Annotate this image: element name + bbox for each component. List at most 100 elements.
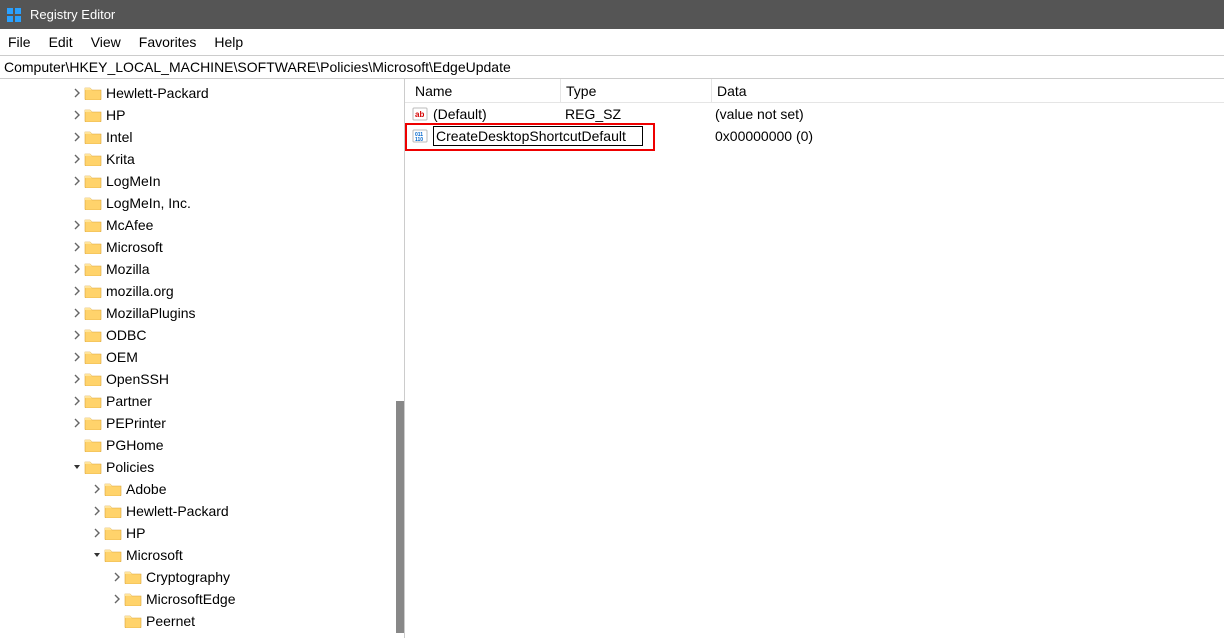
chevron-right-icon[interactable] <box>70 242 84 252</box>
tree-item-label: PEPrinter <box>106 415 166 431</box>
menu-file[interactable]: File <box>8 34 31 50</box>
chevron-right-icon[interactable] <box>110 594 124 604</box>
value-name-cell: ab(Default) <box>405 105 560 123</box>
chevron-right-icon[interactable] <box>70 352 84 362</box>
chevron-down-icon[interactable] <box>70 462 84 472</box>
chevron-right-icon[interactable] <box>70 220 84 230</box>
chevron-right-icon[interactable] <box>110 572 124 582</box>
folder-icon <box>124 613 142 629</box>
chevron-right-icon[interactable] <box>70 176 84 186</box>
column-header-type[interactable]: Type <box>561 83 711 99</box>
tree-panel: Hewlett-PackardHPIntelKritaLogMeInLogMeI… <box>0 79 405 638</box>
chevron-right-icon[interactable] <box>90 506 104 516</box>
tree-item[interactable]: Mozilla <box>0 258 404 280</box>
value-type-cell: REG_SZ <box>560 106 710 122</box>
menu-edit[interactable]: Edit <box>49 34 73 50</box>
tree-item-label: MicrosoftEdge <box>146 591 235 607</box>
tree-item[interactable]: ODBC <box>0 324 404 346</box>
folder-icon <box>84 217 102 233</box>
tree-item-label: HP <box>106 107 125 123</box>
values-body[interactable]: ab(Default)REG_SZ(value not set)0111100x… <box>405 103 1224 638</box>
tree-item[interactable]: OEM <box>0 346 404 368</box>
folder-icon <box>84 283 102 299</box>
tree-item[interactable]: mozilla.org <box>0 280 404 302</box>
chevron-down-icon[interactable] <box>90 550 104 560</box>
chevron-right-icon[interactable] <box>70 110 84 120</box>
chevron-right-icon[interactable] <box>70 88 84 98</box>
value-name-cell: 011110 <box>405 126 705 146</box>
value-row[interactable]: ab(Default)REG_SZ(value not set) <box>405 103 1224 125</box>
chevron-right-icon[interactable] <box>70 286 84 296</box>
chevron-right-icon[interactable] <box>90 484 104 494</box>
tree-item[interactable]: Krita <box>0 148 404 170</box>
column-header-data[interactable]: Data <box>712 83 1224 99</box>
tree-item[interactable]: Hewlett-Packard <box>0 82 404 104</box>
tree-item[interactable]: Peernet <box>0 610 404 632</box>
tree-scrollbar-thumb[interactable] <box>396 401 404 633</box>
tree-item-label: Adobe <box>126 481 166 497</box>
folder-icon <box>84 151 102 167</box>
chevron-right-icon[interactable] <box>90 528 104 538</box>
tree-item[interactable]: HP <box>0 104 404 126</box>
tree-item-label: Cryptography <box>146 569 230 585</box>
folder-icon <box>84 305 102 321</box>
tree-item-label: OEM <box>106 349 138 365</box>
tree-item-label: Mozilla <box>106 261 150 277</box>
tree-item[interactable]: Intel <box>0 126 404 148</box>
main-split: Hewlett-PackardHPIntelKritaLogMeInLogMeI… <box>0 79 1224 638</box>
tree-item[interactable]: PGHome <box>0 434 404 456</box>
tree-item[interactable]: Cryptography <box>0 566 404 588</box>
chevron-right-icon[interactable] <box>70 330 84 340</box>
tree-item[interactable]: Microsoft <box>0 544 404 566</box>
folder-icon <box>84 415 102 431</box>
address-bar[interactable]: Computer\HKEY_LOCAL_MACHINE\SOFTWARE\Pol… <box>0 56 1224 79</box>
value-data-cell: 0x00000000 (0) <box>710 128 1224 144</box>
folder-icon <box>124 569 142 585</box>
chevron-right-icon[interactable] <box>70 418 84 428</box>
tree-item-label: MozillaPlugins <box>106 305 195 321</box>
folder-icon <box>104 547 122 563</box>
tree-item[interactable]: McAfee <box>0 214 404 236</box>
tree-item-label: ODBC <box>106 327 146 343</box>
tree-item[interactable]: HP <box>0 522 404 544</box>
titlebar: Registry Editor <box>0 0 1224 29</box>
values-panel: Name Type Data ab(Default)REG_SZ(value n… <box>405 79 1224 638</box>
folder-icon <box>84 437 102 453</box>
folder-icon <box>84 371 102 387</box>
chevron-right-icon[interactable] <box>70 308 84 318</box>
tree-item-label: McAfee <box>106 217 153 233</box>
tree-item[interactable]: MicrosoftEdge <box>0 588 404 610</box>
tree-item[interactable]: Adobe <box>0 478 404 500</box>
menu-help[interactable]: Help <box>214 34 243 50</box>
tree-item[interactable]: LogMeIn, Inc. <box>0 192 404 214</box>
tree-item[interactable]: Policies <box>0 456 404 478</box>
chevron-right-icon[interactable] <box>70 132 84 142</box>
tree-item[interactable]: Microsoft <box>0 236 404 258</box>
chevron-right-icon[interactable] <box>70 264 84 274</box>
column-header-name[interactable]: Name <box>405 83 560 99</box>
tree-item[interactable]: Hewlett-Packard <box>0 500 404 522</box>
value-data-cell: (value not set) <box>710 106 1224 122</box>
folder-icon <box>104 525 122 541</box>
value-name-edit-input[interactable] <box>433 126 643 146</box>
tree-item[interactable]: OpenSSH <box>0 368 404 390</box>
tree[interactable]: Hewlett-PackardHPIntelKritaLogMeInLogMeI… <box>0 79 404 632</box>
tree-item-label: PGHome <box>106 437 164 453</box>
folder-icon <box>84 261 102 277</box>
tree-item[interactable]: PEPrinter <box>0 412 404 434</box>
menu-view[interactable]: View <box>91 34 121 50</box>
chevron-right-icon[interactable] <box>70 374 84 384</box>
menu-favorites[interactable]: Favorites <box>139 34 197 50</box>
tree-item[interactable]: MozillaPlugins <box>0 302 404 324</box>
tree-item[interactable]: LogMeIn <box>0 170 404 192</box>
app-icon <box>6 7 22 23</box>
values-header: Name Type Data <box>405 79 1224 103</box>
chevron-right-icon[interactable] <box>70 396 84 406</box>
window-title: Registry Editor <box>30 7 115 22</box>
chevron-right-icon[interactable] <box>70 154 84 164</box>
folder-icon <box>84 107 102 123</box>
tree-item[interactable]: Partner <box>0 390 404 412</box>
tree-scrollbar[interactable] <box>394 79 404 638</box>
tree-item-label: Peernet <box>146 613 195 629</box>
value-row[interactable]: 011110 0x00000000 (0) <box>405 125 1224 147</box>
